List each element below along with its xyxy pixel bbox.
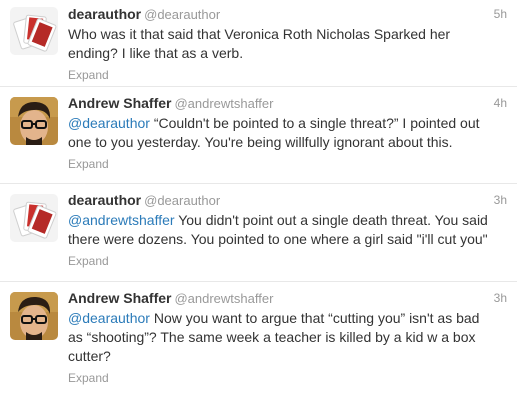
tweet-timestamp[interactable]: 3h xyxy=(494,191,507,209)
expand-link[interactable]: Expand xyxy=(68,370,109,386)
tweet-text: @dearauthor “Couldn't be pointed to a si… xyxy=(68,114,488,152)
tweet-header: dearauthor @dearauthor 3h xyxy=(68,191,507,209)
man-with-glasses-avatar-icon xyxy=(10,292,58,340)
tweet-text: Who was it that said that Veronica Roth … xyxy=(68,25,488,63)
man-with-glasses-avatar-icon xyxy=(10,97,58,145)
tweet-header: Andrew Shaffer @andrewtshaffer 4h xyxy=(68,94,507,112)
mention-link[interactable]: @dearauthor xyxy=(68,115,150,131)
tweet-item[interactable]: Andrew Shaffer @andrewtshaffer 3h @dearau… xyxy=(0,282,517,403)
avatar[interactable] xyxy=(10,194,58,242)
author-fullname[interactable]: dearauthor xyxy=(68,192,141,208)
mention-link[interactable]: @andrewtshaffer xyxy=(68,212,175,228)
tweet-text: @dearauthor Now you want to argue that “… xyxy=(68,309,488,366)
tweet-item[interactable]: Andrew Shaffer @andrewtshaffer 4h @dearau… xyxy=(0,87,517,184)
mention-link[interactable]: @dearauthor xyxy=(68,310,150,326)
author-fullname[interactable]: Andrew Shaffer xyxy=(68,95,171,111)
tweet-text: @andrewtshaffer You didn't point out a s… xyxy=(68,211,488,249)
tweet-timestamp[interactable]: 3h xyxy=(494,289,507,307)
tweet-item[interactable]: dearauthor @dearauthor 5h Who was it that… xyxy=(0,0,517,87)
expand-link[interactable]: Expand xyxy=(68,253,109,269)
tweet-header: Andrew Shaffer @andrewtshaffer 3h xyxy=(68,289,507,307)
author-username[interactable]: @dearauthor xyxy=(144,7,220,22)
author-username[interactable]: @andrewtshaffer xyxy=(174,96,273,111)
playing-cards-avatar-icon xyxy=(10,7,58,55)
expand-link[interactable]: Expand xyxy=(68,156,109,172)
tweet-header: dearauthor @dearauthor 5h xyxy=(68,5,507,23)
author-username[interactable]: @andrewtshaffer xyxy=(174,291,273,306)
avatar[interactable] xyxy=(10,7,58,55)
tweet-item[interactable]: dearauthor @dearauthor 3h @andrewtshaffer… xyxy=(0,184,517,282)
expand-link[interactable]: Expand xyxy=(68,67,109,83)
tweet-timestamp[interactable]: 4h xyxy=(494,94,507,112)
author-fullname[interactable]: dearauthor xyxy=(68,6,141,22)
tweet-body: Who was it that said that Veronica Roth … xyxy=(68,26,451,61)
tweet-timeline: dearauthor @dearauthor 5h Who was it that… xyxy=(0,0,517,403)
avatar[interactable] xyxy=(10,97,58,145)
tweet-timestamp[interactable]: 5h xyxy=(494,5,507,23)
playing-cards-avatar-icon xyxy=(10,194,58,242)
avatar[interactable] xyxy=(10,292,58,340)
author-username[interactable]: @dearauthor xyxy=(144,193,220,208)
author-fullname[interactable]: Andrew Shaffer xyxy=(68,290,171,306)
